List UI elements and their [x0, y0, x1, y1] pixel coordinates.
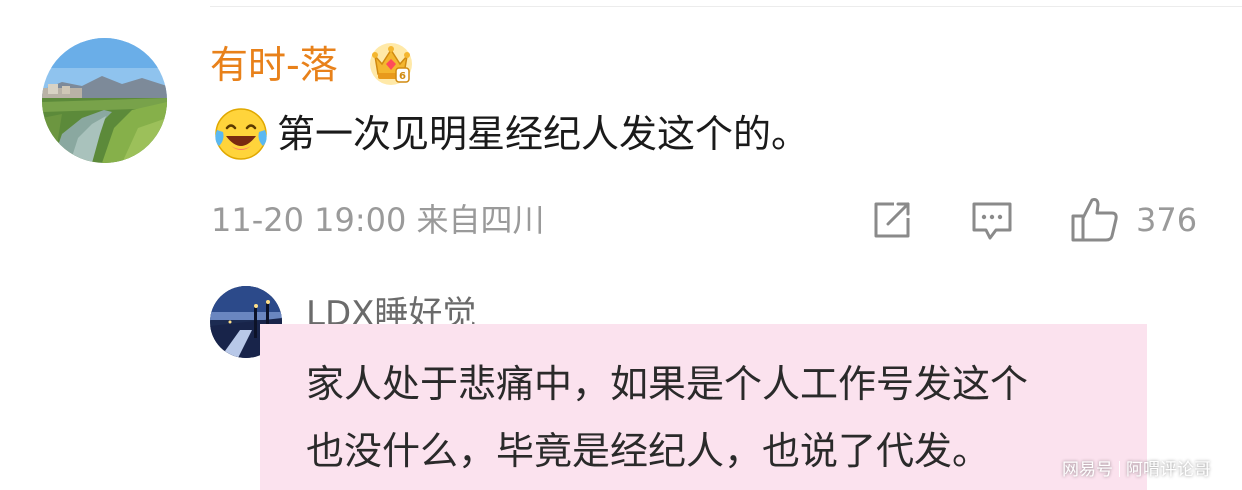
comment-icon[interactable] [970, 198, 1014, 242]
avatar-landscape-image [42, 38, 167, 163]
laughing-crying-emoji-icon [215, 108, 267, 160]
comment-body: 第一次见明星经纪人发这个的。 [213, 106, 809, 162]
comment-timestamp: 11-20 19:00 来自四川 [211, 201, 545, 239]
comment-text: 第一次见明星经纪人发这个的。 [277, 112, 810, 156]
thumbs-up-icon[interactable] [1070, 196, 1120, 244]
reply-text-line: 家人处于悲痛中，如果是个人工作号发这个 [306, 362, 1029, 406]
watermark-account: 阿喟评论哥 [1126, 460, 1211, 480]
reply-text-line: 也没什么，毕竟是经纪人，也说了代发。 [306, 429, 991, 473]
like-count: 376 [1136, 201, 1198, 239]
avatar[interactable] [42, 38, 167, 163]
svg-text:6: 6 [399, 71, 406, 82]
watermark-separator [1119, 461, 1120, 477]
watermark-platform: 网易号 [1062, 460, 1113, 480]
comment-author-name[interactable]: 有时-落 [210, 38, 338, 92]
crown-badge-icon[interactable]: 6 [369, 42, 413, 86]
top-divider [210, 6, 1242, 7]
watermark: 网易号 阿喟评论哥 [1062, 458, 1211, 482]
share-icon[interactable] [870, 198, 914, 242]
